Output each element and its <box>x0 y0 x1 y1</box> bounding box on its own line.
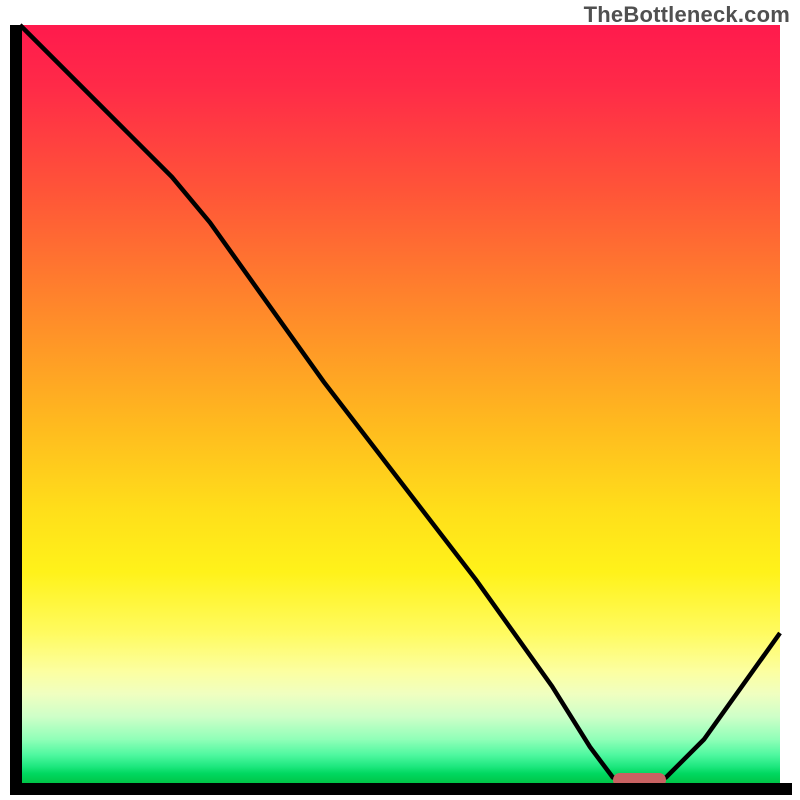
curve-path <box>20 25 780 785</box>
bottleneck-curve <box>20 25 780 785</box>
x-axis <box>10 783 792 795</box>
plot-area <box>20 25 780 785</box>
y-axis <box>10 25 22 795</box>
chart-frame: TheBottleneck.com <box>0 0 800 800</box>
